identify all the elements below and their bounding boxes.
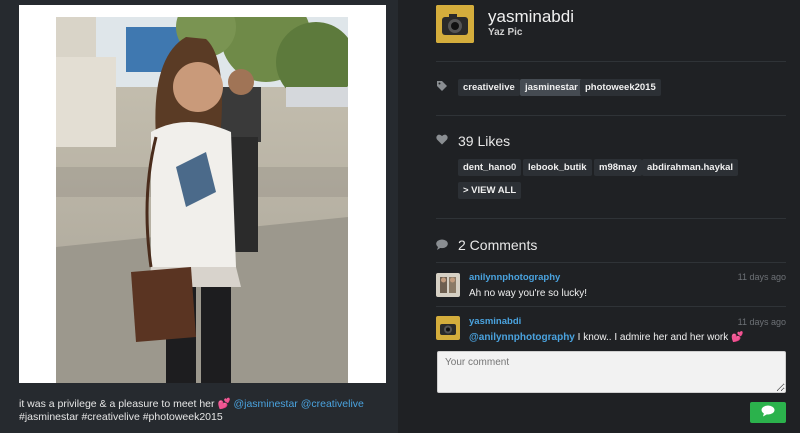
comment-text: Ah no way you're so lucky!: [469, 288, 588, 299]
post-photo[interactable]: [56, 17, 348, 383]
heart-emoji: 💕: [217, 398, 231, 410]
avatar-image: [436, 316, 460, 340]
comments-count: 2 Comments: [458, 237, 538, 253]
tag-chip-jasminestar[interactable]: jasminestar: [520, 79, 583, 96]
view-all-likes-button[interactable]: > VIEW ALL: [458, 182, 522, 199]
divider: [436, 218, 786, 219]
photo-illustration: [56, 17, 348, 383]
comment-avatar[interactable]: [436, 273, 460, 297]
like-user-chip[interactable]: abdirahman.haykal: [642, 159, 739, 176]
comment-input[interactable]: [437, 351, 786, 393]
info-panel: yasminabdi Yaz Pic creativelive jasmines…: [398, 0, 800, 433]
chat-send-icon: [761, 404, 775, 422]
like-user-chip[interactable]: lebook_butik: [523, 159, 592, 176]
divider: [436, 262, 786, 263]
username[interactable]: yasminabdi: [488, 7, 574, 27]
camera-avatar-image: [436, 5, 474, 43]
full-name: Yaz Pic: [488, 27, 523, 38]
likes-count: 39 Likes: [458, 133, 511, 149]
tag-chip-creativelive[interactable]: creativelive: [458, 79, 520, 96]
post-caption: it was a privilege & a pleasure to meet …: [19, 398, 379, 424]
heart-icon: [436, 134, 448, 148]
caption-hashtags[interactable]: #jasminestar #creativelive #photoweek201…: [19, 411, 223, 423]
comment-bubble-icon: [436, 239, 448, 253]
comment-mention[interactable]: @anilynnphotography: [469, 332, 575, 343]
divider: [436, 115, 786, 116]
send-comment-button[interactable]: [750, 402, 786, 423]
like-user-chip[interactable]: m98may: [594, 159, 643, 176]
heart-emoji: 💕: [731, 332, 744, 343]
caption-text: it was a privilege & a pleasure to meet …: [19, 398, 215, 410]
photo-panel: it was a privilege & a pleasure to meet …: [0, 0, 398, 433]
tag-icon: [436, 80, 448, 95]
comment-text: @anilynnphotography I know.. I admire he…: [469, 332, 744, 343]
comment-timestamp: 11 days ago: [737, 317, 786, 327]
avatar-image: [436, 273, 460, 297]
divider: [436, 306, 786, 307]
user-avatar[interactable]: [436, 5, 474, 43]
comment-username[interactable]: anilynnphotography: [469, 272, 560, 283]
caption-mentions[interactable]: @jasminestar @creativelive: [233, 398, 363, 410]
comment-timestamp: 11 days ago: [737, 272, 786, 282]
comment-avatar[interactable]: [436, 316, 460, 340]
tag-chip-photoweek2015[interactable]: photoweek2015: [580, 79, 661, 96]
photo-frame: [19, 5, 386, 383]
divider: [436, 61, 786, 62]
comment-body: I know.. I admire her and her work: [574, 332, 729, 343]
like-user-chip[interactable]: dent_hano0: [458, 159, 522, 176]
comment-username[interactable]: yasminabdi: [469, 316, 521, 327]
